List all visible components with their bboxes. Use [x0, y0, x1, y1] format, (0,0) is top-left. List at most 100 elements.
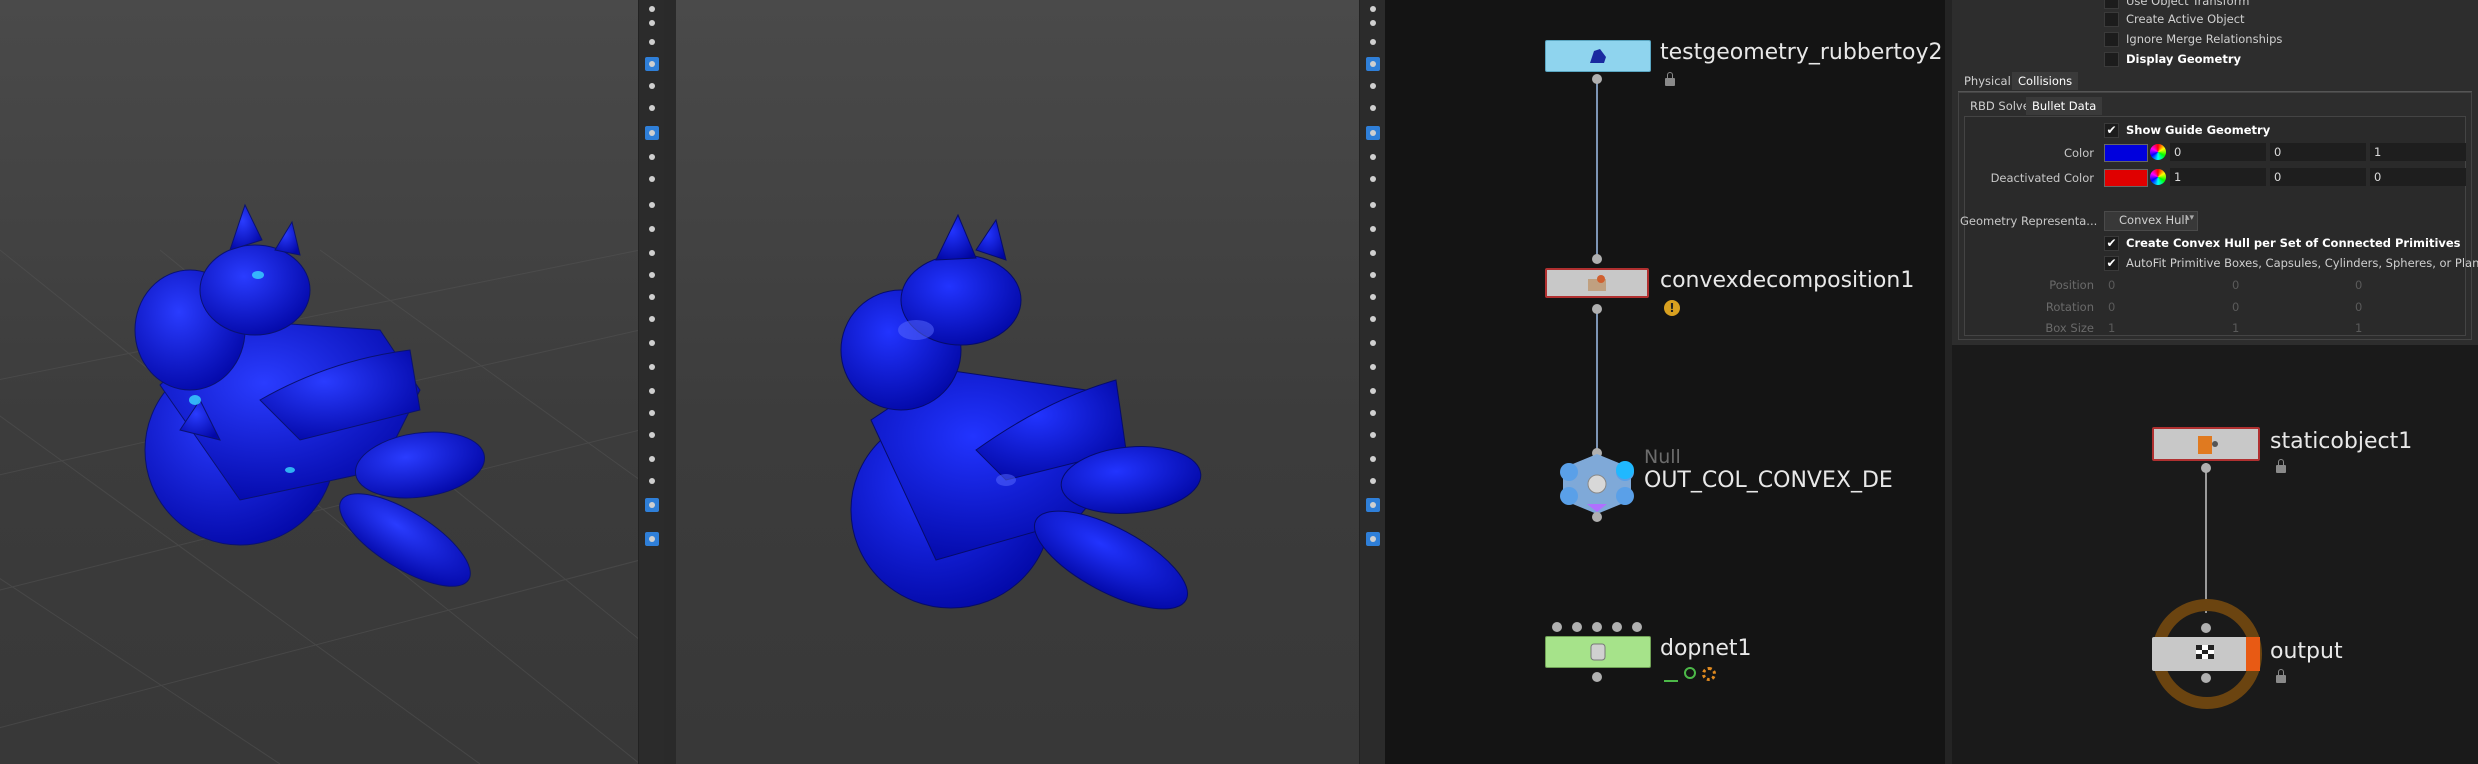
light-tool-icon[interactable] [1366, 57, 1380, 71]
pin-tool-icon[interactable] [645, 79, 659, 93]
select-tool-icon[interactable] [1366, 336, 1380, 350]
geometry-representation-select[interactable]: Convex Hull ▴▾ [2104, 211, 2198, 231]
point-tool-icon[interactable] [1366, 198, 1380, 212]
shading-tool-icon[interactable] [645, 35, 659, 49]
ignore-merge-checkbox[interactable] [2104, 32, 2119, 47]
output-port[interactable] [2201, 463, 2211, 473]
create-convex-hull-checkbox[interactable]: ✔ [2104, 236, 2119, 251]
input-port[interactable] [1552, 622, 1562, 632]
layer-tool-icon[interactable] [645, 406, 659, 420]
path-tool-icon[interactable] [1366, 452, 1380, 466]
flipbook-tool-icon[interactable] [645, 360, 659, 374]
group-tool-icon[interactable] [1366, 172, 1380, 186]
input-port[interactable] [1592, 254, 1602, 264]
output-port[interactable] [1592, 304, 1602, 314]
output-port[interactable] [1592, 512, 1602, 522]
network-editor-dop[interactable]: staticobject1 output [1952, 345, 2478, 764]
handles-tool-icon[interactable] [1366, 150, 1380, 164]
point-tool-icon[interactable] [645, 198, 659, 212]
node-testgeometry[interactable] [1545, 40, 1651, 72]
parameter-editor: Use Object Transform Create Active Objec… [1952, 0, 2478, 345]
tab-bullet-data[interactable]: Bullet Data [2026, 97, 2103, 115]
snap-tool-icon[interactable] [645, 16, 659, 30]
select-tool-icon[interactable] [645, 336, 659, 350]
group-tool-icon[interactable] [645, 172, 659, 186]
snap-tool-icon[interactable] [1366, 16, 1380, 30]
deactivated-color-b-field[interactable]: 0 [2370, 168, 2466, 186]
autofit-checkbox[interactable]: ✔ [2104, 256, 2119, 271]
viewport-layout-icon[interactable] [645, 498, 659, 512]
frame-tool-icon[interactable] [1366, 312, 1380, 326]
pane-splitter[interactable] [664, 0, 676, 764]
display-tool-icon[interactable] [1366, 126, 1380, 140]
input-port[interactable] [1592, 622, 1602, 632]
square-tool-icon[interactable] [1366, 474, 1380, 488]
display-tool-icon[interactable] [645, 126, 659, 140]
lightbulb-tool-icon[interactable] [1366, 532, 1380, 546]
input-port[interactable] [1572, 622, 1582, 632]
map-tool-icon[interactable] [1366, 428, 1380, 442]
color-wheel-icon[interactable] [2150, 144, 2166, 160]
camera-tool-icon[interactable] [645, 101, 659, 115]
node-type-label-null: Null [1644, 446, 1681, 468]
pin-tool-icon[interactable] [1366, 79, 1380, 93]
pane-splitter[interactable] [1945, 0, 1952, 764]
input-port[interactable] [1612, 622, 1622, 632]
viewport-right[interactable] [676, 0, 1361, 764]
shading-tool-icon[interactable] [1366, 35, 1380, 49]
light-tool-icon[interactable] [645, 57, 659, 71]
cube-tool-icon[interactable] [645, 384, 659, 398]
view-tool-icon[interactable] [645, 2, 659, 16]
color-g-field[interactable]: 0 [2270, 143, 2366, 161]
create-active-object-checkbox[interactable] [2104, 12, 2119, 27]
color-swatch[interactable] [2104, 144, 2148, 162]
flipbook-tool-icon[interactable] [1366, 360, 1380, 374]
square-tool-icon[interactable] [645, 474, 659, 488]
grid-tool-icon[interactable] [645, 290, 659, 304]
lightbulb-tool-icon[interactable] [645, 532, 659, 546]
network-editor-sop[interactable]: testgeometry_rubbertoy2 convexdecomposit… [1385, 0, 1945, 764]
color-r-field[interactable]: 0 [2170, 143, 2266, 161]
input-port[interactable] [2201, 623, 2211, 633]
color-wheel-icon[interactable] [2150, 169, 2166, 185]
edge-tool-icon[interactable] [645, 222, 659, 236]
output-port[interactable] [1592, 74, 1602, 84]
node-staticobject[interactable] [2152, 427, 2260, 461]
null-node[interactable] [1555, 448, 1639, 520]
deactivated-color-swatch[interactable] [2104, 169, 2148, 187]
camera-tool-icon[interactable] [1366, 101, 1380, 115]
view-tool-icon[interactable] [1366, 2, 1380, 16]
node-label-convexdecomposition: convexdecomposition1 [1660, 268, 1915, 293]
path-tool-icon[interactable] [645, 452, 659, 466]
node-convexdecomposition[interactable] [1545, 268, 1649, 298]
number-tool-icon[interactable] [645, 268, 659, 282]
viewport-layout-icon[interactable] [1366, 498, 1380, 512]
edge-tool-icon[interactable] [1366, 222, 1380, 236]
output-port[interactable] [1592, 672, 1602, 682]
deactivated-color-g-field[interactable]: 0 [2270, 168, 2366, 186]
frame-tool-icon[interactable] [645, 312, 659, 326]
brush-tool-icon[interactable] [1366, 246, 1380, 260]
input-port[interactable] [1632, 622, 1642, 632]
warning-icon: ! [1664, 300, 1680, 316]
rubbertoy-model-left [134, 203, 486, 587]
tab-collisions[interactable]: Collisions [2012, 72, 2079, 90]
output-port[interactable] [2201, 673, 2211, 683]
number-tool-icon[interactable] [1366, 268, 1380, 282]
tab-physical[interactable]: Physical [1958, 72, 2017, 90]
brush-tool-icon[interactable] [645, 246, 659, 260]
show-guide-geometry-checkbox[interactable]: ✔ [2104, 123, 2119, 138]
display-flag[interactable] [2246, 637, 2260, 671]
display-geometry-checkbox[interactable] [2104, 52, 2119, 67]
node-dopnet[interactable] [1545, 636, 1651, 668]
map-tool-icon[interactable] [645, 428, 659, 442]
layer-tool-icon[interactable] [1366, 406, 1380, 420]
viewport-left[interactable] [0, 0, 640, 764]
deactivated-color-r-field[interactable]: 1 [2170, 168, 2266, 186]
handles-tool-icon[interactable] [645, 150, 659, 164]
grid-tool-icon[interactable] [1366, 290, 1380, 304]
use-object-transform-checkbox[interactable] [2104, 0, 2119, 9]
color-b-field[interactable]: 1 [2370, 143, 2466, 161]
cube-tool-icon[interactable] [1366, 384, 1380, 398]
node-output[interactable] [2152, 637, 2260, 671]
